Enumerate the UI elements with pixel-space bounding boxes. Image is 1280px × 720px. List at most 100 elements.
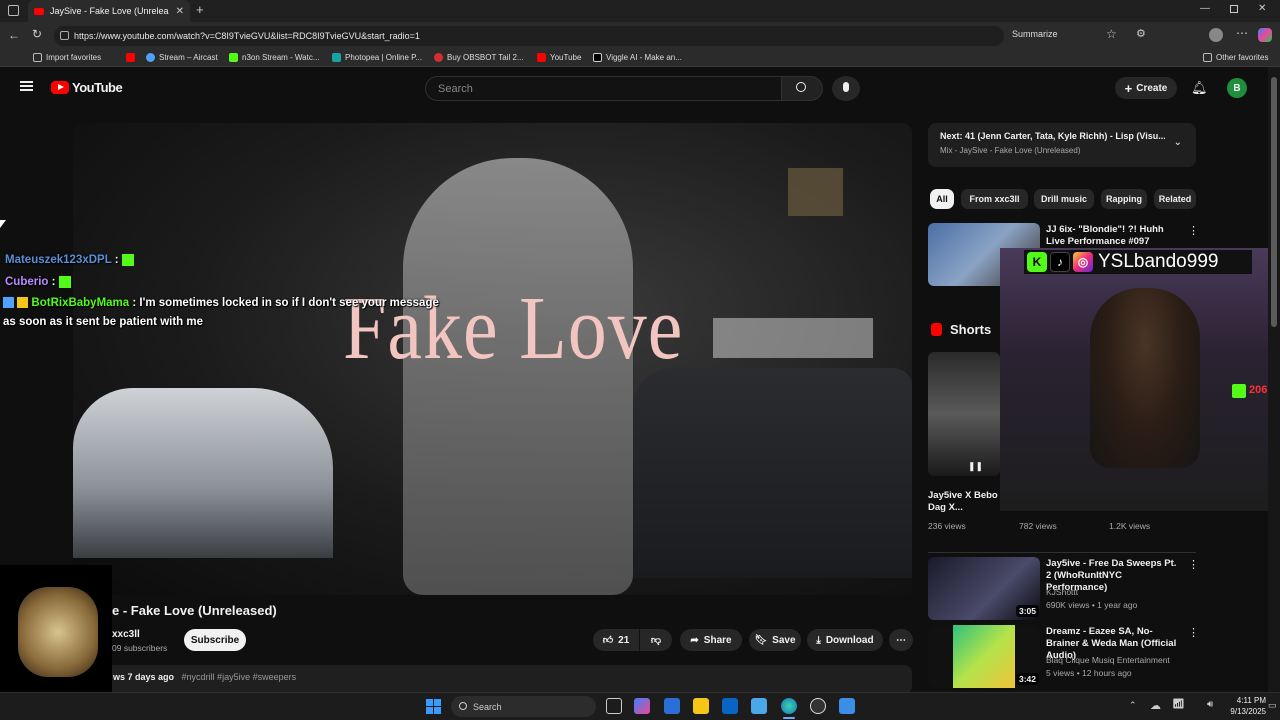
rec-more-icon[interactable]: ⋮ bbox=[1188, 626, 1199, 639]
favorite-item[interactable]: Import favorites bbox=[33, 53, 101, 62]
description-box[interactable]: ws 7 days ago #nycdrill #jay5ive #sweepe… bbox=[73, 665, 912, 695]
scrollbar-thumb[interactable] bbox=[1271, 77, 1277, 327]
favorite-item[interactable] bbox=[126, 53, 135, 62]
favorite-item[interactable]: Buy OBSBOT Tail 2... bbox=[434, 53, 524, 62]
close-window-icon[interactable]: ✕ bbox=[1258, 3, 1266, 14]
favorite-item[interactable]: Photopea | Online P... bbox=[332, 53, 422, 62]
back-icon[interactable]: ← bbox=[8, 28, 20, 42]
other-favorites[interactable]: Other favorites bbox=[1203, 53, 1268, 62]
network-icon[interactable]: 📶︎ bbox=[1172, 699, 1185, 710]
chat-message: BotRixBabyMama : I'm sometimes locked in… bbox=[3, 297, 439, 309]
chip-drill-music[interactable]: Drill music bbox=[1034, 189, 1094, 209]
minimize-icon[interactable]: — bbox=[1200, 3, 1210, 14]
youtube-header: YouTube Search + Create 🔔︎ B bbox=[0, 67, 1268, 109]
restore-icon[interactable] bbox=[1230, 5, 1238, 13]
copilot-icon[interactable] bbox=[1258, 28, 1272, 42]
up-next-panel[interactable]: Next: 41 (Jenn Carter, Tata, Kyle Richh)… bbox=[928, 123, 1196, 167]
volume-icon[interactable]: 🔊︎ bbox=[1207, 699, 1213, 710]
rec-meta: 5 views • 12 hours ago bbox=[1046, 668, 1132, 678]
more-options-icon[interactable]: ⋯ bbox=[1236, 26, 1248, 40]
chip-related[interactable]: Related bbox=[1154, 189, 1196, 209]
chip-rapping[interactable]: Rapping bbox=[1101, 189, 1147, 209]
more-dots-icon: ⋯ bbox=[896, 634, 906, 646]
subscribe-button[interactable]: Subscribe bbox=[184, 629, 246, 651]
rec-meta: 690K views • 1 year ago bbox=[1046, 600, 1138, 610]
search-input[interactable]: Search bbox=[425, 76, 782, 101]
tiktok-icon: ♪ bbox=[1050, 252, 1070, 272]
favorite-item[interactable]: YouTube bbox=[537, 53, 581, 62]
url-field[interactable]: https://www.youtube.com/watch?v=C8I9Tvie… bbox=[54, 26, 1004, 46]
dislike-button[interactable]: 👎︎ bbox=[640, 629, 672, 651]
file-explorer-icon[interactable] bbox=[693, 698, 709, 714]
shorts-heading: Shorts bbox=[950, 322, 992, 337]
chat-username: Cuberio bbox=[5, 276, 49, 289]
social-handle: YSLbando999 bbox=[1098, 251, 1219, 272]
windows-start-icon[interactable] bbox=[426, 699, 441, 714]
emote-icon bbox=[58, 276, 71, 288]
share-button[interactable]: ➦ Share bbox=[680, 629, 742, 651]
extensions-icon[interactable]: ⚙ bbox=[1136, 27, 1146, 40]
taskbar-search[interactable]: Search bbox=[451, 696, 596, 717]
hamburger-menu-icon[interactable] bbox=[20, 81, 33, 91]
chat-text: I'm sometimes locked in so if I don't se… bbox=[139, 297, 439, 309]
rec-channel[interactable]: KJShottt bbox=[1046, 587, 1078, 597]
share-icon: ➦ bbox=[690, 634, 699, 646]
photos-icon[interactable] bbox=[751, 698, 767, 714]
more-actions-button[interactable]: ⋯ bbox=[889, 629, 913, 651]
obs-icon[interactable] bbox=[810, 698, 826, 714]
streamer-figure bbox=[1090, 288, 1200, 468]
tray-chevron-icon[interactable]: ⌃ bbox=[1129, 700, 1137, 711]
tab-actions-icon[interactable] bbox=[8, 5, 19, 16]
short-thumbnail[interactable] bbox=[928, 352, 1000, 476]
download-icon: ⤓ bbox=[816, 634, 821, 646]
rec-channel[interactable]: Blaq Clique Musiq Entertainment bbox=[1046, 655, 1170, 665]
clock-date[interactable]: 9/13/2025 bbox=[1226, 707, 1266, 716]
favorites-star-icon[interactable]: ☆ bbox=[1106, 27, 1117, 41]
chat-text: as soon as it sent be patient with me bbox=[3, 316, 204, 328]
description-hashtags[interactable]: #nycdrill #jay5ive #sweepers bbox=[182, 672, 297, 682]
rec-more-icon[interactable]: ⋮ bbox=[1188, 224, 1199, 237]
save-button[interactable]: 🔖︎ Save bbox=[749, 629, 801, 651]
chip-from-channel[interactable]: From xxc3ll bbox=[961, 189, 1028, 209]
chip-all[interactable]: All bbox=[930, 189, 954, 209]
tab-close-icon[interactable]: ✕ bbox=[176, 6, 184, 17]
notifications-bell-icon[interactable]: 🔔︎ bbox=[1191, 80, 1208, 96]
account-avatar[interactable]: B bbox=[1227, 78, 1247, 98]
voice-search-button[interactable] bbox=[832, 76, 860, 101]
summarize-button[interactable]: Summarize bbox=[1012, 29, 1058, 39]
site-info-icon[interactable] bbox=[60, 31, 69, 40]
create-button[interactable]: + Create bbox=[1115, 77, 1177, 99]
task-view-icon[interactable] bbox=[606, 698, 622, 714]
new-tab-icon[interactable]: + bbox=[196, 2, 204, 17]
rec-more-icon[interactable]: ⋮ bbox=[1188, 558, 1199, 571]
youtube-logo[interactable]: YouTube bbox=[51, 80, 123, 95]
app-f-icon[interactable] bbox=[839, 698, 855, 714]
favorite-item[interactable]: Stream – Aircast bbox=[146, 53, 218, 62]
copilot-app-icon[interactable] bbox=[634, 698, 650, 714]
chevron-down-icon[interactable]: ⌄ bbox=[1174, 137, 1182, 148]
clock-time[interactable]: 4:11 PM bbox=[1226, 696, 1266, 705]
short-title[interactable]: Jay5ive X Bebo Dag X... bbox=[928, 490, 998, 514]
profile-icon[interactable] bbox=[1209, 28, 1223, 42]
rec-video-title[interactable]: JJ 6ix- "Blondie"! ?! Huhh Live Performa… bbox=[1046, 224, 1181, 248]
notification-center-icon[interactable]: ▭ bbox=[1268, 700, 1277, 711]
thumbs-down-icon: 👎︎ bbox=[650, 635, 662, 646]
refresh-icon[interactable]: ↻ bbox=[32, 27, 42, 41]
channel-name[interactable]: xxc3ll bbox=[112, 629, 140, 640]
video-player[interactable]: Fake Love bbox=[73, 123, 912, 595]
favorite-item[interactable]: Viggle AI - Make an... bbox=[593, 53, 682, 62]
store-icon[interactable] bbox=[664, 698, 680, 714]
outlook-icon[interactable] bbox=[722, 698, 738, 714]
edge-icon[interactable] bbox=[781, 698, 797, 714]
browser-tab-active[interactable]: JaySive - Fake Love (Unrelea ✕ bbox=[28, 0, 190, 22]
page-scrollbar[interactable] bbox=[1268, 67, 1280, 692]
pause-icon[interactable]: ❚❚ bbox=[968, 461, 983, 472]
kick-count: 206 bbox=[1249, 384, 1268, 396]
download-button[interactable]: ⤓ Download bbox=[807, 629, 883, 651]
onedrive-icon[interactable]: ☁ bbox=[1150, 699, 1161, 712]
favorite-item[interactable]: n3on Stream - Watc... bbox=[229, 53, 320, 62]
address-bar-row: ← ↻ https://www.youtube.com/watch?v=C8I9… bbox=[0, 22, 1280, 50]
bookmark-icon: 🔖︎ bbox=[754, 634, 768, 646]
like-button[interactable]: 👍︎ 21 bbox=[593, 629, 639, 651]
search-button[interactable] bbox=[781, 76, 823, 101]
